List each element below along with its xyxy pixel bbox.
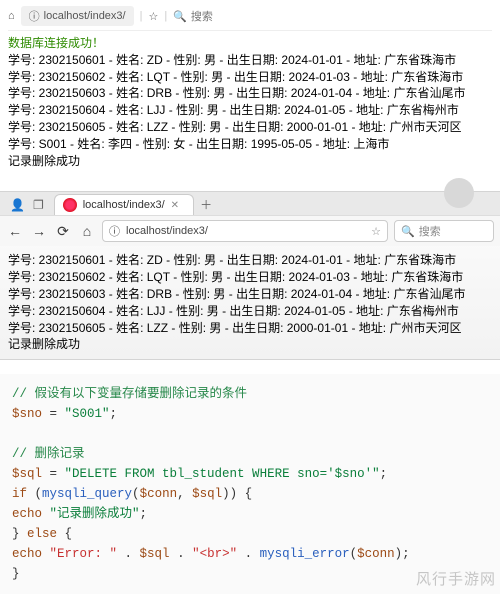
- conn-ok-text: 数据库连接成功！: [8, 35, 492, 52]
- code-line: if (mysqli_query($conn, $sql)) {: [12, 484, 488, 504]
- address-url: localhost/index3/: [126, 225, 208, 237]
- site-info-icon[interactable]: ⓘ: [109, 223, 120, 239]
- address-bar[interactable]: ⓘ localhost/index3/ ☆: [102, 220, 388, 242]
- top-search-placeholder: 搜索: [191, 8, 213, 24]
- toolbar-search-placeholder: 搜索: [419, 223, 441, 239]
- code-line: echo "记录删除成功";: [12, 504, 488, 524]
- student-row: 学号: 2302150603 - 姓名: DRB - 性别: 男 - 出生日期:…: [8, 85, 492, 102]
- home-icon[interactable]: ⌂: [8, 10, 15, 22]
- student-row: 学号: 2302150604 - 姓名: LJJ - 性别: 男 - 出生日期:…: [8, 303, 492, 320]
- forward-button[interactable]: →: [30, 222, 48, 240]
- code-line: $sno = "S001";: [12, 404, 488, 424]
- watermark-text: 风行手游网: [416, 568, 496, 592]
- code-line: [12, 424, 488, 444]
- student-row: 学号: S001 - 姓名: 李四 - 性别: 女 - 出生日期: 1995-0…: [8, 136, 492, 153]
- browser-window: 👤 ❐ localhost/index3/ ✕ ＋ ← → ⟳ ⌂ ⓘ loca…: [0, 191, 500, 360]
- student-row: 学号: 2302150604 - 姓名: LJJ - 性别: 男 - 出生日期:…: [8, 102, 492, 119]
- student-row: 学号: 2302150602 - 姓名: LQT - 性别: 男 - 出生日期:…: [8, 269, 492, 286]
- separator: |: [140, 10, 143, 22]
- avatar[interactable]: [444, 178, 474, 208]
- reload-button[interactable]: ⟳: [54, 222, 72, 240]
- home-button[interactable]: ⌂: [78, 222, 96, 240]
- top-search-strip[interactable]: 🔍 搜索: [173, 8, 213, 24]
- code-line: } else {: [12, 524, 488, 544]
- tab-favicon-icon: [63, 198, 77, 212]
- profile-icon[interactable]: 👤: [10, 198, 25, 212]
- tab-close-icon[interactable]: ✕: [171, 200, 179, 211]
- student-row: 学号: 2302150601 - 姓名: ZD - 性别: 男 - 出生日期: …: [8, 52, 492, 69]
- toolbar-search[interactable]: 🔍 搜索: [394, 220, 494, 242]
- new-tab-button[interactable]: ＋: [200, 196, 212, 213]
- copy-icon[interactable]: ❐: [33, 198, 44, 212]
- top-url-box[interactable]: ⓘ localhost/index3/: [21, 6, 134, 26]
- page1-content: 数据库连接成功！ 学号: 2302150601 - 姓名: ZD - 性别: 男…: [8, 35, 492, 177]
- top-url-strip: ⌂ ⓘ localhost/index3/ | ☆ | 🔍 搜索: [8, 4, 492, 31]
- code-line: $sql = "DELETE FROM tbl_student WHERE sn…: [12, 464, 488, 484]
- code-line: // 删除记录: [12, 444, 488, 464]
- student-row: 学号: 2302150605 - 姓名: LZZ - 性别: 男 - 出生日期:…: [8, 119, 492, 136]
- browser-tab[interactable]: localhost/index3/ ✕: [54, 194, 194, 215]
- delete-ok-text: 记录删除成功: [8, 153, 492, 170]
- tab-title: localhost/index3/: [83, 199, 165, 211]
- upper-page-area: ⌂ ⓘ localhost/index3/ | ☆ | 🔍 搜索 数据库连接成功…: [0, 0, 500, 181]
- student-row: 学号: 2302150605 - 姓名: LZZ - 性别: 男 - 出生日期:…: [8, 320, 492, 337]
- separator: |: [164, 10, 167, 22]
- code-line: // 假设有以下变量存储要删除记录的条件: [12, 384, 488, 404]
- search-icon: 🔍: [173, 10, 187, 23]
- browser-toolbar: ← → ⟳ ⌂ ⓘ localhost/index3/ ☆ 🔍 搜索: [0, 215, 500, 246]
- star-icon[interactable]: ☆: [148, 10, 158, 23]
- tab-row: 👤 ❐ localhost/index3/ ✕ ＋: [0, 192, 500, 215]
- page2-content: 学号: 2302150601 - 姓名: ZD - 性别: 男 - 出生日期: …: [0, 246, 500, 359]
- student-row: 学号: 2302150602 - 姓名: LQT - 性别: 男 - 出生日期:…: [8, 69, 492, 86]
- student-row: 学号: 2302150601 - 姓名: ZD - 性别: 男 - 出生日期: …: [8, 252, 492, 269]
- back-button[interactable]: ←: [6, 222, 24, 240]
- search-icon: 🔍: [401, 225, 415, 238]
- student-row: 学号: 2302150603 - 姓名: DRB - 性别: 男 - 出生日期:…: [8, 286, 492, 303]
- code-line: echo "Error: " . $sql . "<br>" . mysqli_…: [12, 544, 488, 564]
- code-panel: // 假设有以下变量存储要删除记录的条件 $sno = "S001"; // 删…: [0, 374, 500, 594]
- delete-ok-text: 记录删除成功: [8, 336, 492, 353]
- bookmark-star-icon[interactable]: ☆: [371, 225, 381, 238]
- info-icon: ⓘ: [29, 8, 40, 24]
- top-url-text: localhost/index3/: [44, 10, 126, 22]
